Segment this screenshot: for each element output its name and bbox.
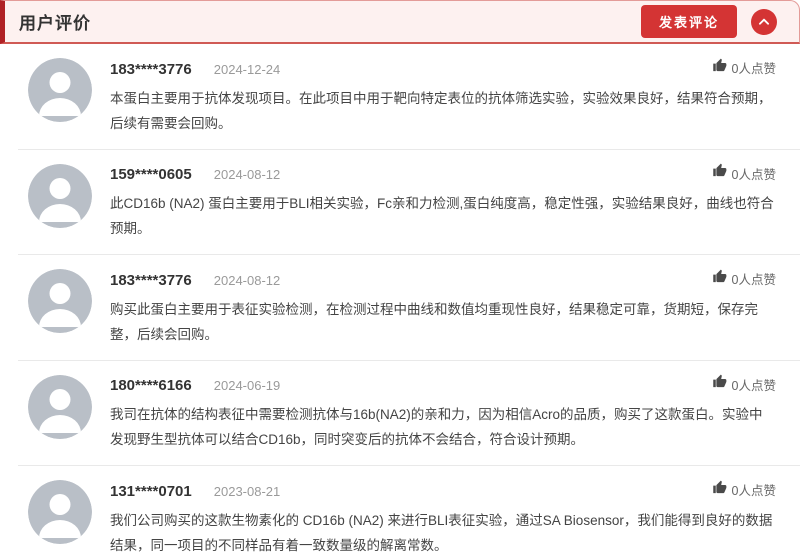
avatar (28, 375, 92, 439)
review-head: 183****3776 2024-12-24 0人点赞 (110, 58, 800, 78)
review-body: 159****0605 2024-08-12 0人点赞 此CD16b (NA2)… (110, 164, 800, 242)
review-row: 159****0605 2024-08-12 0人点赞 此CD16b (NA2)… (18, 150, 800, 256)
avatar (28, 269, 92, 333)
review-date: 2024-08-12 (214, 167, 281, 182)
person-icon (28, 269, 92, 333)
review-head: 180****6166 2024-06-19 0人点赞 (110, 375, 800, 395)
review-row: 131****0701 2023-08-21 0人点赞 我们公司购买的这款生物素… (18, 466, 800, 552)
review-list: 183****3776 2024-12-24 0人点赞 本蛋白主要用于抗体发现项… (0, 44, 800, 552)
review-row: 180****6166 2024-06-19 0人点赞 我司在抗体的结构表征中需… (18, 361, 800, 467)
review-row: 183****3776 2024-08-12 0人点赞 购买此蛋白主要用于表征实… (18, 255, 800, 361)
like-count: 0人点赞 (732, 58, 776, 77)
avatar (28, 58, 92, 122)
review-text: 我司在抗体的结构表征中需要检测抗体与16b(NA2)的亲和力，因为相信Acro的… (110, 402, 776, 452)
like-button[interactable]: 0人点赞 (712, 164, 776, 183)
like-button[interactable]: 0人点赞 (712, 375, 776, 394)
section-title: 用户评价 (19, 9, 91, 34)
review-text: 此CD16b (NA2) 蛋白主要用于BLI相关实验，Fc亲和力检测,蛋白纯度高… (110, 191, 776, 241)
scroll-to-top-button[interactable] (751, 9, 777, 35)
review-head: 159****0605 2024-08-12 0人点赞 (110, 164, 800, 184)
review-date: 2024-06-19 (214, 378, 281, 393)
review-date: 2024-08-12 (214, 273, 281, 288)
person-icon (28, 375, 92, 439)
thumbs-up-icon (712, 270, 732, 288)
review-body: 180****6166 2024-06-19 0人点赞 我司在抗体的结构表征中需… (110, 375, 800, 453)
reviewer-name: 183****3776 (110, 61, 192, 78)
review-date: 2024-12-24 (214, 62, 281, 77)
review-text: 购买此蛋白主要用于表征实验检测，在检测过程中曲线和数值均重现性良好，结果稳定可靠… (110, 297, 776, 347)
chevron-up-icon (757, 15, 771, 29)
avatar (28, 480, 92, 544)
like-count: 0人点赞 (732, 480, 776, 499)
like-count: 0人点赞 (732, 375, 776, 394)
person-icon (28, 480, 92, 544)
review-text: 我们公司购买的这款生物素化的 CD16b (NA2) 来进行BLI表征实验，通过… (110, 508, 776, 552)
like-count: 0人点赞 (732, 269, 776, 288)
reviewer-name: 131****0701 (110, 483, 192, 500)
like-button[interactable]: 0人点赞 (712, 269, 776, 288)
reviewer-name: 159****0605 (110, 166, 192, 183)
review-date: 2023-08-21 (214, 484, 281, 499)
thumbs-up-icon (712, 59, 732, 77)
person-icon (28, 58, 92, 122)
review-body: 131****0701 2023-08-21 0人点赞 我们公司购买的这款生物素… (110, 480, 800, 552)
like-button[interactable]: 0人点赞 (712, 480, 776, 499)
like-button[interactable]: 0人点赞 (712, 58, 776, 77)
thumbs-up-icon (712, 375, 732, 393)
review-text: 本蛋白主要用于抗体发现项目。在此项目中用于靶向特定表位的抗体筛选实验，实验效果良… (110, 86, 776, 136)
reviewer-name: 183****3776 (110, 272, 192, 289)
thumbs-up-icon (712, 481, 732, 499)
reviews-section-header: 用户评价 发表评论 (0, 0, 800, 44)
review-body: 183****3776 2024-12-24 0人点赞 本蛋白主要用于抗体发现项… (110, 58, 800, 136)
review-body: 183****3776 2024-08-12 0人点赞 购买此蛋白主要用于表征实… (110, 269, 800, 347)
review-head: 183****3776 2024-08-12 0人点赞 (110, 269, 800, 289)
person-icon (28, 164, 92, 228)
thumbs-up-icon (712, 164, 732, 182)
review-head: 131****0701 2023-08-21 0人点赞 (110, 480, 800, 500)
review-row: 183****3776 2024-12-24 0人点赞 本蛋白主要用于抗体发现项… (18, 44, 800, 150)
reviewer-name: 180****6166 (110, 377, 192, 394)
avatar (28, 164, 92, 228)
post-comment-button[interactable]: 发表评论 (641, 5, 737, 38)
like-count: 0人点赞 (732, 164, 776, 183)
